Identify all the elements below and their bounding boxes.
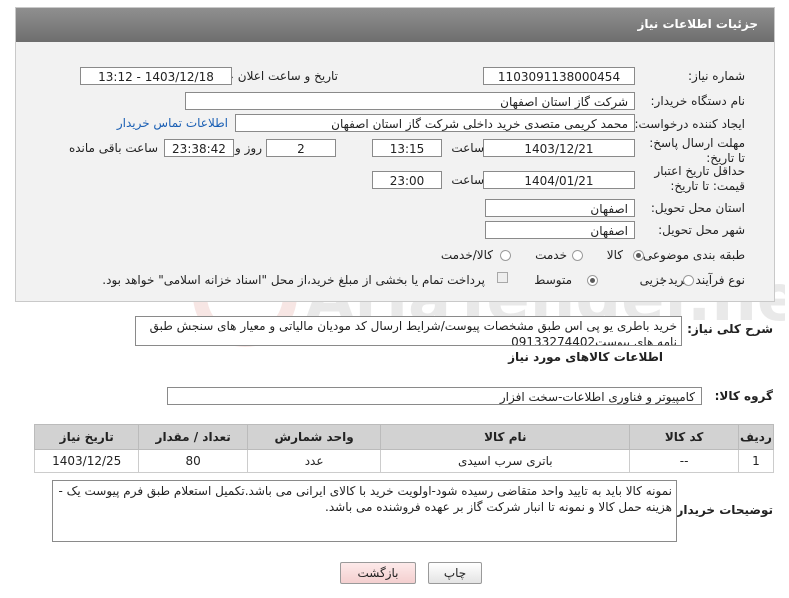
remaining-time-field: 23:38:42 (164, 139, 234, 157)
goods-table: ردیف کد کالا نام کالا واحد شمارش تعداد /… (33, 424, 775, 473)
price-date-field: 1404/01/21 (483, 171, 635, 189)
col-row: ردیف (737, 424, 775, 450)
province-label: استان محل تحویل: (650, 201, 745, 215)
days-label: روز و (235, 141, 262, 155)
cell-code: -- (629, 449, 739, 473)
city-field: اصفهان (485, 221, 635, 239)
category-option-goods-service: کالا/خدمت (440, 248, 493, 262)
description-label: شرح کلی نیاز: (687, 322, 773, 336)
col-unit: واحد شمارش (246, 424, 382, 450)
price-time-field: 23:00 (372, 171, 442, 189)
cell-date: 1403/12/25 (33, 449, 140, 473)
buyer-notes-label: توضیحات خریدار: (671, 503, 773, 517)
col-qty: تعداد / مقدار (138, 424, 248, 450)
buyer-org-label: نام دستگاه خریدار: (650, 94, 746, 108)
announce-datetime-field: 1403/12/18 - 13:12 (80, 67, 232, 85)
process-option-medium: متوسط (534, 273, 572, 287)
cell-name: باتری سرب اسیدی (380, 449, 631, 473)
reply-deadline-label: مهلت ارسال پاسخ: تا تاریخ: (649, 136, 745, 165)
goods-group-label: گروه کالا: (714, 389, 773, 403)
category-label: طبقه بندی موضوعی: (638, 248, 745, 262)
reply-time-label: ساعت (451, 141, 484, 155)
category-radio-service[interactable] (572, 250, 583, 261)
col-code: کد کالا (629, 424, 739, 450)
panel-header: جزئیات اطلاعات نیاز (16, 8, 774, 42)
buyer-notes-text: نمونه کالا باید به تایید واحد متقاضی رسی… (58, 484, 672, 514)
requester-label: ایجاد کننده درخواست: (634, 117, 745, 131)
category-option-goods: کالا (606, 248, 623, 262)
buyer-contact-link[interactable]: اطلاعات تماس خریدار (117, 116, 228, 130)
days-field: 2 (266, 139, 336, 157)
category-option-service: خدمت (535, 248, 567, 262)
category-radio-goods[interactable] (633, 250, 644, 261)
process-label: نوع فرآیند خرید : (660, 273, 745, 287)
price-validity-label: حداقل تاریخ اعتبار قیمت: تا تاریخ: (654, 164, 745, 193)
city-label: شهر محل تحویل: (658, 223, 745, 237)
price-time-label: ساعت (451, 173, 484, 187)
cell-qty: 80 (138, 449, 248, 473)
back-button[interactable]: بازگشت (340, 562, 416, 584)
remaining-label: ساعت باقی مانده (68, 141, 158, 155)
process-option-minor: جزیی (639, 273, 667, 287)
category-radio-goods-service[interactable] (500, 250, 511, 261)
need-number-label: شماره نیاز: (688, 69, 745, 83)
requester-field: محمد کریمی متصدی خرید داخلی شرکت گاز است… (235, 114, 635, 132)
table-row: 1 -- باتری سرب اسیدی عدد 80 1403/12/25 (33, 449, 775, 473)
col-name: نام کالا (380, 424, 631, 450)
cell-unit: عدد (246, 449, 382, 473)
process-radio-minor[interactable] (683, 275, 694, 286)
cell-row: 1 (737, 449, 775, 473)
province-field: اصفهان (485, 199, 635, 217)
buyer-org-field: شرکت گاز استان اصفهان (185, 92, 635, 110)
description-textarea: خرید باطری یو پی اس طبق مشخصات پیوست/شرا… (135, 316, 682, 346)
reply-date-field: 1403/12/21 (483, 139, 635, 157)
description-text: خرید باطری یو پی اس طبق مشخصات پیوست/شرا… (149, 319, 677, 346)
treasury-payment-note: پرداخت تمام یا بخشی از مبلغ خرید،از محل … (102, 273, 485, 287)
page-title: جزئیات اطلاعات نیاز (637, 17, 758, 31)
goods-group-field: کامپیوتر و فناوری اطلاعات-سخت افزار (167, 387, 702, 405)
treasury-payment-checkbox[interactable] (497, 272, 508, 283)
reply-time-field: 13:15 (372, 139, 442, 157)
need-number-field: 1103091138000454 (483, 67, 635, 85)
col-date: تاریخ نیاز (33, 424, 140, 450)
buyer-notes-textarea: نمونه کالا باید به تایید واحد متقاضی رسی… (52, 480, 677, 542)
process-radio-medium[interactable] (587, 275, 598, 286)
goods-section-title: اطلاعات کالاهای مورد نیاز (508, 350, 663, 364)
print-button[interactable]: چاپ (428, 562, 482, 584)
